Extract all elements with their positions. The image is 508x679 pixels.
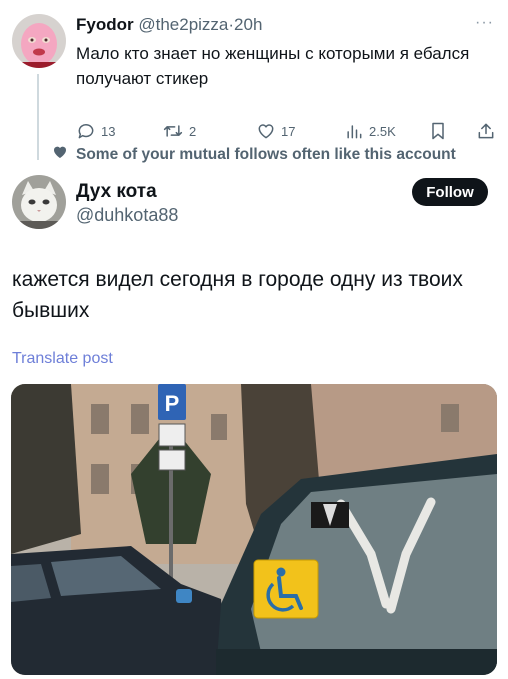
reply-action-bar: 13 2 17 2.5K [76, 121, 498, 145]
post-author-avatar[interactable] [12, 175, 66, 229]
bookmark-icon [428, 121, 448, 141]
like-count: 17 [281, 123, 296, 139]
reply-action[interactable]: 13 [76, 121, 115, 141]
repost-action[interactable]: 2 [162, 121, 196, 141]
social-context: Some of your mutual follows often like t… [52, 144, 456, 165]
reply-author-name[interactable]: Fyodor [76, 15, 134, 34]
repost-count: 2 [189, 123, 197, 139]
post-text: кажется видел сегодня в городе одну из т… [12, 268, 463, 322]
views-count: 2.5K [369, 123, 396, 139]
repost-icon [162, 121, 184, 141]
share-button[interactable] [476, 121, 496, 141]
reply-author-handle[interactable]: @the2pizza [138, 15, 228, 34]
post-author-name[interactable]: Дух кота [76, 181, 157, 203]
like-icon [256, 121, 276, 141]
reply-author-avatar[interactable] [12, 14, 66, 68]
social-context-text[interactable]: Some of your mutual follows often like t… [76, 146, 456, 164]
heart-icon [52, 144, 68, 165]
translate-post-link[interactable]: Translate post [12, 350, 113, 368]
reply-text: Мало кто знает но женщины с которыми я е… [76, 44, 470, 88]
post-author-handle[interactable]: @duhkota88 [76, 205, 178, 226]
follow-button[interactable]: Follow [412, 178, 488, 206]
views-icon [344, 121, 364, 141]
reply-time[interactable]: 20h [234, 15, 262, 34]
svg-text:P: P [165, 391, 180, 416]
share-icon [476, 121, 496, 141]
reply-count: 13 [101, 123, 116, 139]
like-action[interactable]: 17 [256, 121, 295, 141]
post-photo[interactable]: P [11, 384, 497, 675]
reply-icon [76, 121, 96, 141]
views-action[interactable]: 2.5K [344, 121, 396, 141]
bookmark-button[interactable] [428, 121, 448, 141]
reply-header: Fyodor @the2pizza·20h [76, 14, 262, 36]
thread-connector-line [37, 74, 39, 160]
more-options-icon[interactable]: ··· [475, 14, 494, 32]
